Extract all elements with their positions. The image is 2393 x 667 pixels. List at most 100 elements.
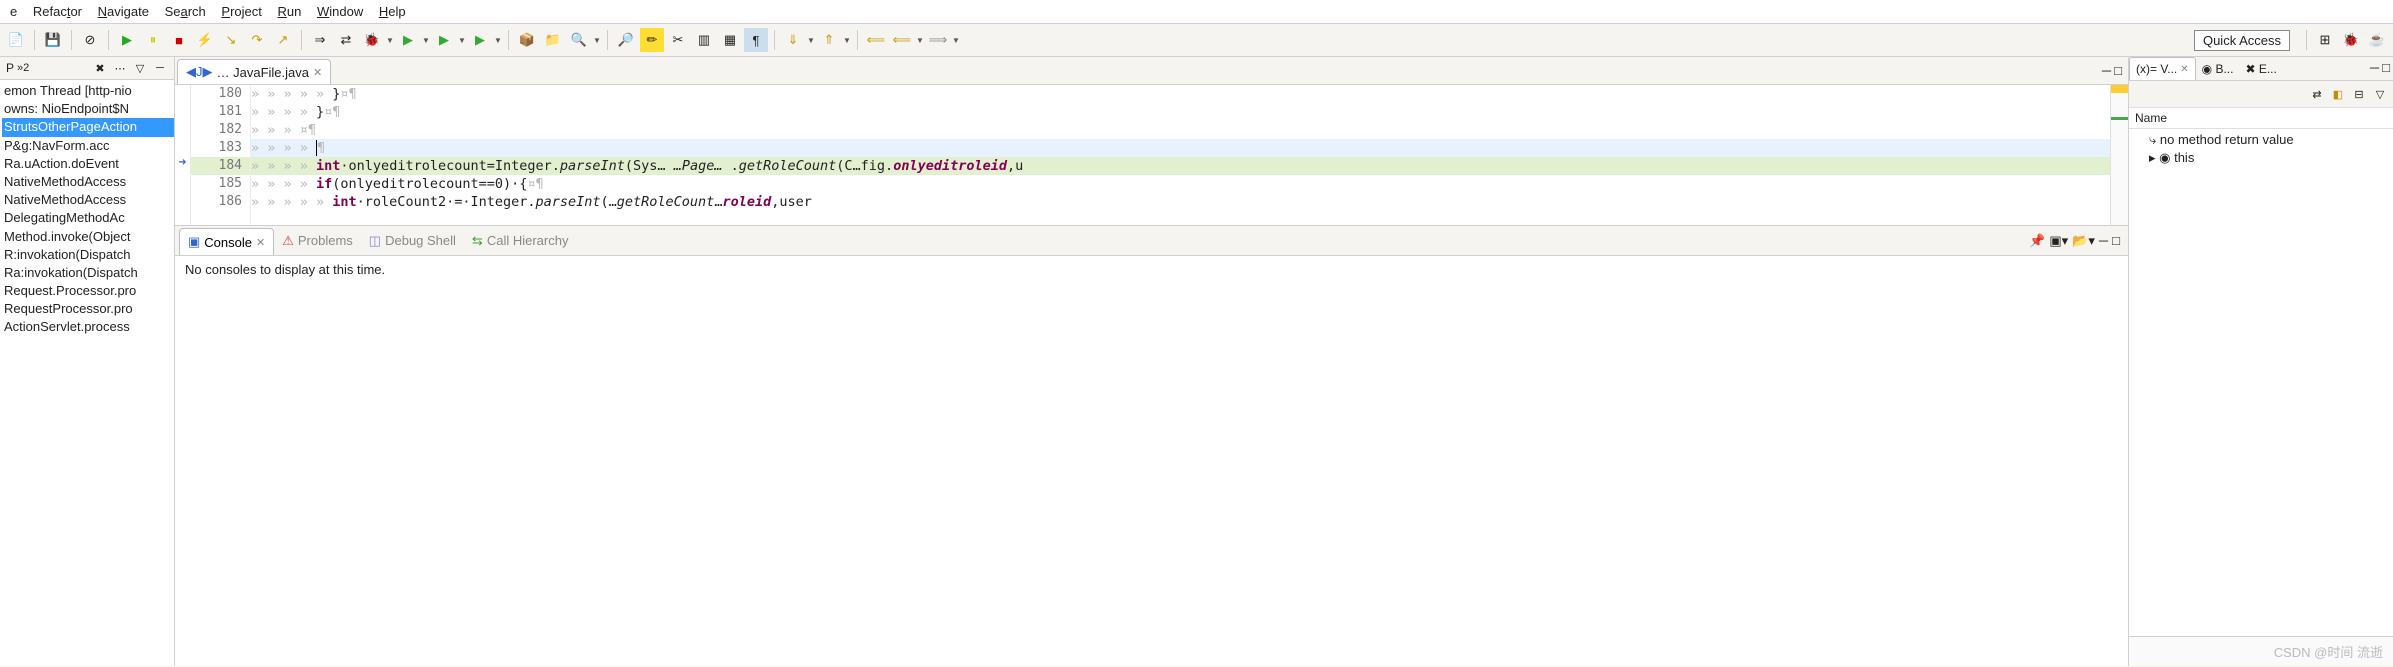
list-item[interactable]: Ra:invokation(Dispatch (2, 264, 174, 282)
list-item[interactable]: NativeMethodAccess (2, 173, 174, 191)
debug-perspective-icon[interactable]: 🐞 (2339, 28, 2363, 52)
list-item[interactable]: NativeMethodAccess (2, 191, 174, 209)
vars-tab-bar: (x)= V... ✕ ◉ B... ✖ E... ─ □ (2129, 57, 2393, 81)
back2-icon[interactable]: ⟸ (890, 28, 914, 52)
console-output: No consoles to display at this time. (175, 256, 2128, 666)
java-file-icon: ◀J▶ (186, 64, 213, 80)
save-icon[interactable]: 💾 (41, 28, 65, 52)
perspective-open-icon[interactable]: ⊞ (2313, 28, 2337, 52)
menu-bar: e Refactor Navigate Search Project Run W… (0, 0, 2393, 24)
show-type-icon[interactable]: ⇄ (2308, 85, 2326, 103)
show-ws-icon[interactable]: ¶ (744, 28, 768, 52)
run-icon[interactable]: ▶ (396, 28, 420, 52)
tab-breakpoints[interactable]: ◉ B... (2196, 57, 2240, 80)
maximize-icon[interactable]: □ (2382, 60, 2390, 77)
display-icon[interactable]: ▣▾ (2049, 233, 2068, 249)
step-filters-icon[interactable]: ⇄ (334, 28, 358, 52)
type-icon[interactable]: 🔍 (567, 28, 591, 52)
list-item[interactable]: emon Thread [http-nio (2, 82, 174, 100)
tab-debug-shell[interactable]: ◫ Debug Shell (361, 228, 464, 254)
suspend-icon[interactable]: ⏸ (141, 28, 165, 52)
list-item[interactable]: Method.invoke(Object (2, 228, 174, 246)
list-item[interactable]: R:invokation(Dispatch (2, 246, 174, 264)
minimize-icon[interactable]: ─ (2099, 233, 2108, 249)
minimize-icon[interactable]: ─ (2370, 60, 2379, 77)
list-item[interactable]: StrutsOtherPageAction (2, 118, 174, 136)
open-console-icon[interactable]: 📂▾ (2072, 233, 2095, 249)
block-select-icon[interactable]: ▦ (718, 28, 742, 52)
maximize-icon[interactable]: □ (2112, 233, 2120, 249)
debug-icon[interactable]: 🐞 (360, 28, 384, 52)
view-menu-icon[interactable]: ▽ (132, 60, 148, 76)
variables-tree[interactable]: ⤷ no method return value ▸ ◉ this (2129, 129, 2393, 636)
coverage-icon[interactable]: ▶ (432, 28, 456, 52)
run-last-icon[interactable]: ▶ (468, 28, 492, 52)
console-icon: ▣ (188, 234, 200, 250)
list-item[interactable]: RequestProcessor.pro (2, 300, 174, 318)
outline-icon[interactable]: ▥ (692, 28, 716, 52)
menu-run[interactable]: Run (272, 1, 308, 22)
tab-call-hierarchy[interactable]: ⇆ Call Hierarchy (464, 228, 577, 254)
toggle-mark-icon[interactable]: ✏ (640, 28, 664, 52)
list-item[interactable]: DelegatingMethodAc (2, 209, 174, 227)
terminate-icon[interactable]: ■ (167, 28, 191, 52)
forward-icon[interactable]: ⟹ (926, 28, 950, 52)
resume-icon[interactable]: ▶ (115, 28, 139, 52)
menu-search[interactable]: Search (159, 1, 212, 22)
variables-col-header[interactable]: Name (2129, 108, 2393, 129)
maximize-icon[interactable]: □ (2114, 63, 2122, 78)
prev-ann-icon[interactable]: ⇑ (817, 28, 841, 52)
var-row[interactable]: ▸ ◉ this (2129, 149, 2393, 167)
close-icon[interactable]: ✕ (2180, 64, 2188, 75)
java-perspective-icon[interactable]: ☕ (2365, 28, 2389, 52)
list-item[interactable]: P&g:NavForm.acc (2, 137, 174, 155)
new-icon[interactable]: 📦 (515, 28, 539, 52)
menu-help[interactable]: Help (373, 1, 412, 22)
tab-problems[interactable]: ⚠ Problems (274, 228, 361, 254)
overview-ruler[interactable] (2110, 85, 2128, 225)
menu-project[interactable]: Project (215, 1, 267, 22)
search2-icon[interactable]: 🔎 (614, 28, 638, 52)
binary-icon[interactable]: 📄 (4, 28, 28, 52)
skip-breakpoints-icon[interactable]: ⊘ (78, 28, 102, 52)
menu-window[interactable]: Window (311, 1, 369, 22)
menu-navigate[interactable]: Navigate (92, 1, 155, 22)
close-icon[interactable]: ✕ (256, 236, 265, 249)
show-logical-icon[interactable]: ◧ (2329, 85, 2347, 103)
tab-console[interactable]: ▣ Console ✕ (179, 228, 274, 255)
menu-refactor[interactable]: Refactor (27, 1, 88, 22)
next-ann-icon[interactable]: ⇓ (781, 28, 805, 52)
shell-icon: ◫ (369, 233, 381, 249)
tab-variables[interactable]: (x)= V... ✕ (2129, 57, 2196, 80)
list-item[interactable]: Ra.uAction.doEvent (2, 155, 174, 173)
var-row[interactable]: ⤷ no method return value (2129, 131, 2393, 149)
remove-all-icon[interactable]: ⋯ (112, 60, 128, 76)
list-item[interactable]: ActionServlet.process (2, 318, 174, 336)
quick-access-field[interactable]: Quick Access (2194, 30, 2290, 51)
back-icon[interactable]: ⟸ (864, 28, 888, 52)
editor-tab[interactable]: ◀J▶ … JavaFile.java ✕ (177, 59, 331, 84)
tab-expressions[interactable]: ✖ E... (2239, 57, 2282, 80)
collapse-icon[interactable]: ⊟ (2350, 85, 2368, 103)
hierarchy-icon: ⇆ (472, 233, 483, 249)
debug-stack-list[interactable]: emon Thread [http-nio owns: NioEndpoint$… (0, 80, 174, 666)
drop-frame-icon[interactable]: ⇒ (308, 28, 332, 52)
folder-icon[interactable]: 📁 (541, 28, 565, 52)
vars-toolbar: ⇄ ◧ ⊟ ▽ (2129, 81, 2393, 108)
minimize-icon[interactable]: ─ (2102, 63, 2111, 78)
minimize-icon[interactable]: ─ (152, 60, 168, 76)
disconnect-icon[interactable]: ⚡ (193, 28, 217, 52)
cut-icon[interactable]: ✂ (666, 28, 690, 52)
view-menu-icon[interactable]: ▽ (2371, 85, 2389, 103)
step-into-icon[interactable]: ↘ (219, 28, 243, 52)
pin-icon[interactable]: 📌 (2029, 233, 2045, 249)
remove-icon[interactable]: ✖ (92, 60, 108, 76)
menu-item[interactable]: e (4, 1, 23, 22)
close-icon[interactable]: ✕ (313, 66, 322, 79)
step-over-icon[interactable]: ↷ (245, 28, 269, 52)
list-item[interactable]: owns: NioEndpoint$N (2, 100, 174, 118)
editor-tab-bar: ◀J▶ … JavaFile.java ✕ ─ □ (175, 57, 2128, 85)
code-editor[interactable]: ➜ 180 181 182 183 184 185 186 » » » » » … (175, 85, 2128, 225)
list-item[interactable]: Request.Processor.pro (2, 282, 174, 300)
step-return-icon[interactable]: ↗ (271, 28, 295, 52)
